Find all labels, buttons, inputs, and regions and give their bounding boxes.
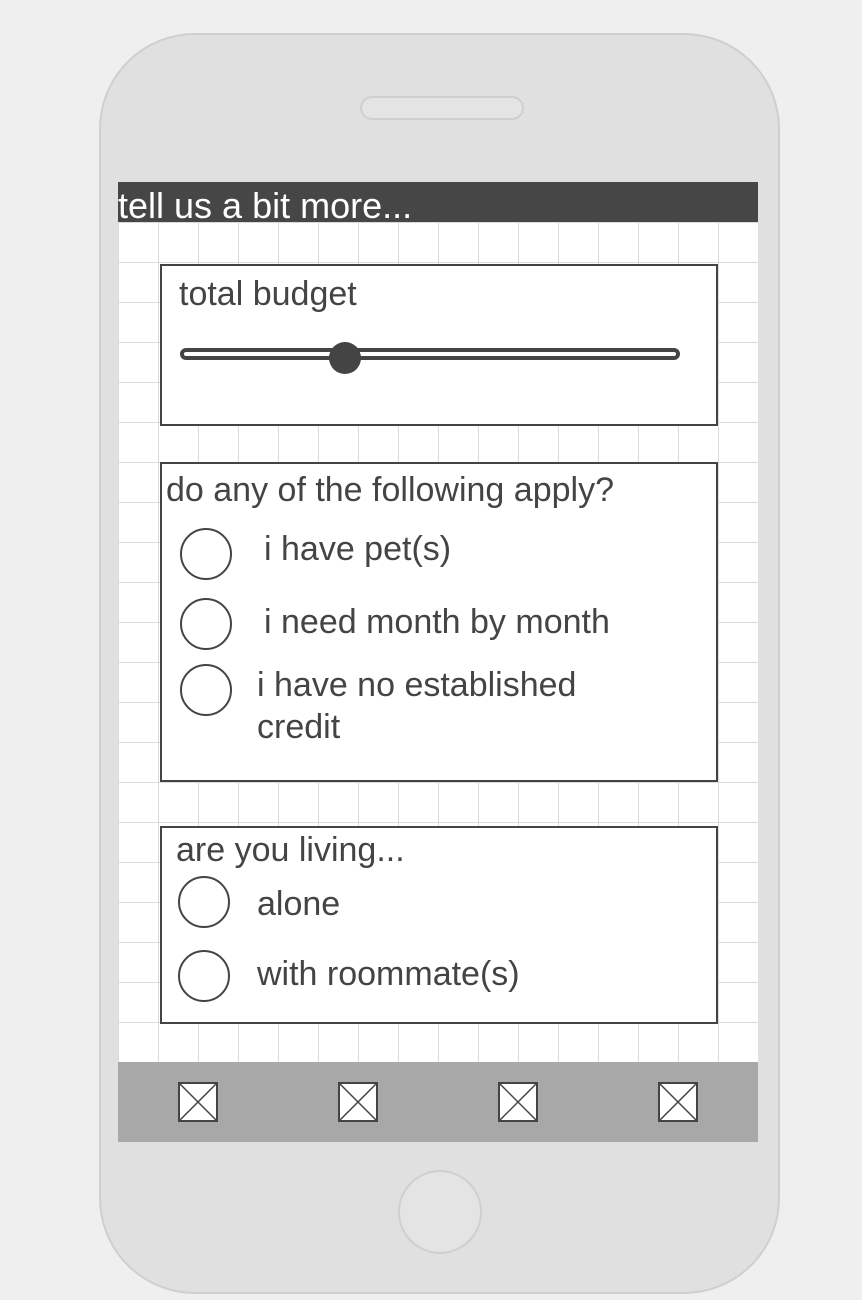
phone-speaker	[360, 96, 524, 120]
option-label-pets: i have pet(s)	[264, 530, 452, 568]
tab-3-placeholder-image-icon[interactable]	[498, 1082, 538, 1122]
title-bar: tell us a bit more...	[118, 182, 758, 226]
apply-panel: do any of the following apply? i have pe…	[160, 462, 718, 782]
radio-pets[interactable]	[180, 528, 232, 580]
tab-4-placeholder-image-icon[interactable]	[658, 1082, 698, 1122]
home-button[interactable]	[398, 1170, 482, 1254]
budget-title: total budget	[179, 275, 357, 313]
bottom-tab-bar	[118, 1062, 758, 1142]
radio-alone[interactable]	[178, 876, 230, 928]
radio-no-credit[interactable]	[180, 664, 232, 716]
radio-month-by-month[interactable]	[180, 598, 232, 650]
tab-1-placeholder-image-icon[interactable]	[178, 1082, 218, 1122]
budget-panel: total budget	[160, 264, 718, 426]
page-title: tell us a bit more...	[118, 185, 413, 226]
option-label-month-by-month: i need month by month	[264, 603, 610, 641]
living-panel: are you living... alone with roommate(s)	[160, 826, 718, 1024]
budget-slider[interactable]	[180, 348, 680, 360]
screen: tell us a bit more... total budget do an…	[118, 182, 758, 1142]
option-label-no-credit: i have no established credit	[257, 666, 577, 746]
apply-title: do any of the following apply?	[166, 471, 614, 509]
living-title: are you living...	[176, 831, 405, 869]
option-label-roommates: with roommate(s)	[257, 955, 520, 993]
tab-2-placeholder-image-icon[interactable]	[338, 1082, 378, 1122]
budget-slider-thumb[interactable]	[329, 342, 361, 374]
option-label-alone: alone	[257, 885, 341, 923]
radio-roommates[interactable]	[178, 950, 230, 1002]
